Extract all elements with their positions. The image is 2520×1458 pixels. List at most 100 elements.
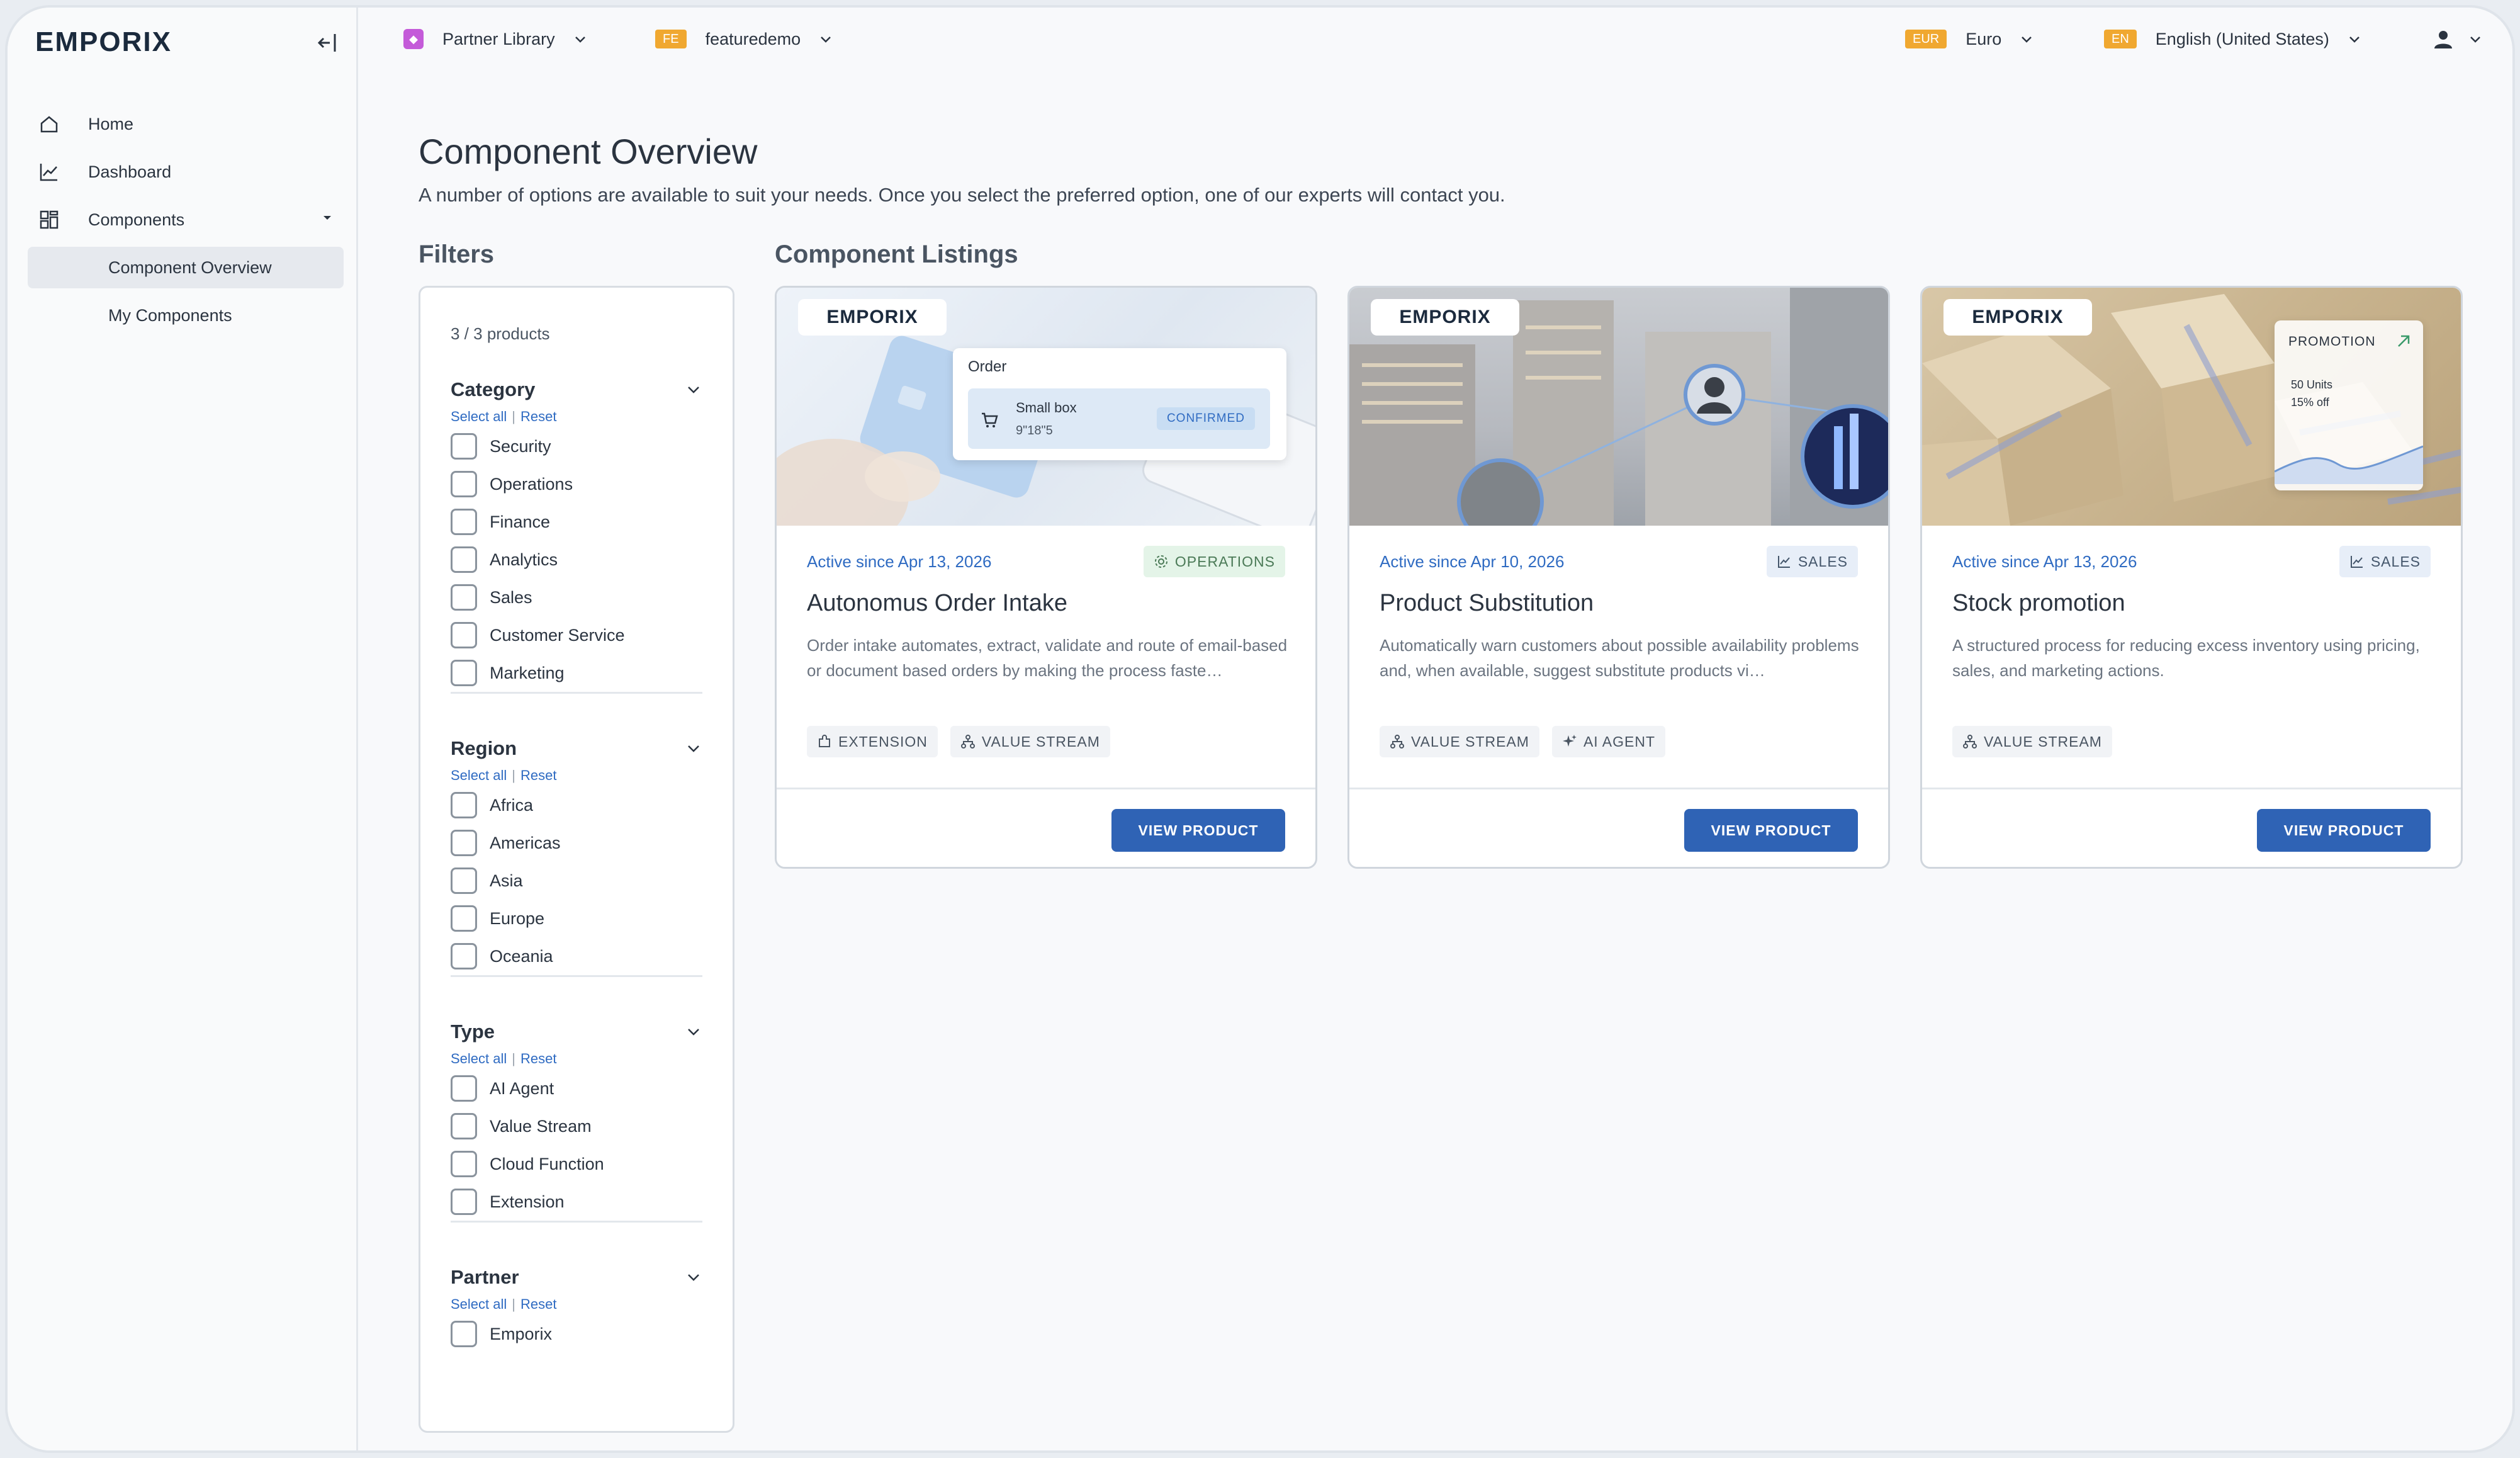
card-title[interactable]: Autonomus Order Intake: [807, 590, 1067, 617]
sidebar-item-components[interactable]: Components: [28, 199, 344, 240]
product-count: 3 / 3 products: [451, 324, 550, 343]
reset-link[interactable]: Reset: [520, 767, 556, 783]
checkbox[interactable]: [451, 660, 477, 686]
checkbox[interactable]: [451, 792, 477, 818]
filter-option[interactable]: Europe: [451, 900, 702, 937]
language-selector[interactable]: EN English (United States): [2104, 25, 2362, 53]
option-label: Americas: [490, 833, 561, 852]
checkbox[interactable]: [451, 1151, 477, 1177]
filter-option[interactable]: Analytics: [451, 541, 702, 579]
card-tags: VALUE STREAM AI AGENT: [1380, 726, 1666, 757]
page-title: Component Overview: [419, 132, 758, 171]
filter-option[interactable]: AI Agent: [451, 1070, 702, 1107]
select-all-link[interactable]: Select all: [451, 1296, 507, 1312]
view-product-button[interactable]: VIEW PRODUCT: [2257, 809, 2431, 852]
filter-group-header[interactable]: Category: [451, 376, 702, 404]
divider: [451, 975, 702, 977]
select-all-link[interactable]: Select all: [451, 1051, 507, 1066]
filter-option[interactable]: Marketing: [451, 654, 702, 692]
filter-option[interactable]: Finance: [451, 503, 702, 541]
chevron-down-icon: [2022, 37, 2032, 43]
checkbox[interactable]: [451, 546, 477, 573]
library-selector[interactable]: ◆ Partner Library: [403, 25, 588, 53]
component-card[interactable]: EMPORIX Active since Apr 10, 2026 SALES …: [1347, 286, 1890, 869]
trend-up-icon: [2398, 335, 2410, 347]
tag-label: VALUE STREAM: [1984, 733, 2102, 750]
component-card[interactable]: EMPORIX PROMOTION 50 Units 15% off Activ…: [1920, 286, 2463, 869]
chevron-down-icon[interactable]: [685, 381, 702, 398]
chevron-down-icon[interactable]: [685, 1269, 702, 1286]
chart-line-icon: [38, 161, 60, 183]
checkbox[interactable]: [451, 943, 477, 969]
select-all-link[interactable]: Select all: [451, 767, 507, 783]
select-all-link[interactable]: Select all: [451, 409, 507, 424]
sidebar-item-component-overview[interactable]: Component Overview: [28, 247, 344, 288]
checkbox[interactable]: [451, 1189, 477, 1215]
checkbox[interactable]: [451, 433, 477, 460]
filter-option[interactable]: Customer Service: [451, 616, 702, 654]
card-description: Automatically warn customers about possi…: [1380, 636, 1859, 680]
sparkle-icon: [1562, 735, 1577, 747]
checkbox[interactable]: [451, 867, 477, 894]
chevron-down-icon[interactable]: [685, 740, 702, 757]
option-label: Emporix: [490, 1324, 553, 1343]
tag-label: VALUE STREAM: [981, 733, 1100, 750]
filter-group-partner: Partner Select all | Reset Emporix: [451, 1263, 702, 1353]
sidebar-item-my-components[interactable]: My Components: [28, 295, 344, 336]
card-title[interactable]: Product Substitution: [1380, 590, 1594, 617]
checkbox[interactable]: [451, 509, 477, 535]
cart-icon: [982, 412, 998, 427]
filter-group-header[interactable]: Type: [451, 1018, 702, 1046]
card-title[interactable]: Stock promotion: [1952, 590, 2125, 617]
filter-links: Select all | Reset: [451, 1051, 557, 1066]
sidebar: EMPORIX Home Dashboard Components Compon…: [8, 8, 358, 1450]
filter-option[interactable]: Sales: [451, 579, 702, 616]
checkbox[interactable]: [451, 1075, 477, 1102]
checkbox[interactable]: [451, 471, 477, 497]
filter-option[interactable]: Security: [451, 427, 702, 465]
card-image: EMPORIX: [1349, 288, 1888, 526]
filter-group-title: Type: [451, 1020, 495, 1043]
filter-option[interactable]: Operations: [451, 465, 702, 503]
checkbox[interactable]: [451, 622, 477, 648]
checkbox[interactable]: [451, 1321, 477, 1347]
currency-label: Euro: [1966, 29, 2002, 48]
sidebar-item-home[interactable]: Home: [28, 103, 344, 145]
chevron-down-icon[interactable]: [320, 210, 335, 225]
checkbox[interactable]: [451, 905, 477, 932]
card-tags: EXTENSION VALUE STREAM: [807, 726, 1110, 757]
collapse-sidebar-icon[interactable]: [316, 30, 341, 55]
tenant-selector[interactable]: FE featuredemo: [655, 25, 833, 53]
filter-option[interactable]: Oceania: [451, 937, 702, 975]
filter-option[interactable]: Emporix: [451, 1315, 702, 1353]
filter-option[interactable]: Americas: [451, 824, 702, 862]
filter-option[interactable]: Asia: [451, 862, 702, 900]
checkbox[interactable]: [451, 830, 477, 856]
gear-icon: [1154, 555, 1167, 568]
order-overlay: Order Small box 9"18"5 CONFIRMED: [953, 348, 1286, 460]
view-product-button[interactable]: VIEW PRODUCT: [1684, 809, 1858, 852]
filter-group-header[interactable]: Partner: [451, 1263, 702, 1291]
currency-selector[interactable]: EUR Euro: [1905, 25, 2034, 53]
reset-link[interactable]: Reset: [520, 1296, 556, 1312]
component-card[interactable]: EMPORIX Order Small box 9"18"5 CONFIRMED…: [775, 286, 1317, 869]
tag-label: VALUE STREAM: [1411, 733, 1529, 750]
reset-link[interactable]: Reset: [520, 1051, 556, 1066]
view-product-button[interactable]: VIEW PRODUCT: [1111, 809, 1285, 852]
tag-value-stream: VALUE STREAM: [950, 726, 1110, 757]
filter-group-header[interactable]: Region: [451, 735, 702, 762]
filter-option[interactable]: Extension: [451, 1183, 702, 1221]
sidebar-item-dashboard[interactable]: Dashboard: [28, 151, 344, 193]
filter-option[interactable]: Value Stream: [451, 1107, 702, 1145]
checkbox[interactable]: [451, 584, 477, 611]
user-menu[interactable]: [2433, 25, 2483, 53]
library-label: Partner Library: [442, 29, 555, 48]
filter-option[interactable]: Cloud Function: [451, 1145, 702, 1183]
filter-group-title: Region: [451, 737, 517, 759]
option-label: Analytics: [490, 550, 558, 569]
checkbox[interactable]: [451, 1113, 477, 1139]
filter-option[interactable]: Africa: [451, 786, 702, 824]
app-logo[interactable]: EMPORIX: [35, 26, 172, 58]
reset-link[interactable]: Reset: [520, 409, 556, 424]
chevron-down-icon[interactable]: [685, 1023, 702, 1041]
